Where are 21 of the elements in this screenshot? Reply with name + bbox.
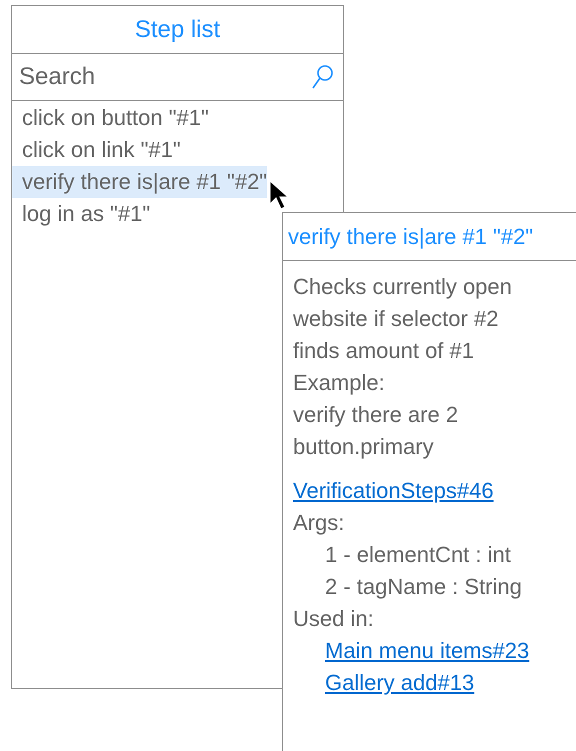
args-label: Args:	[293, 509, 344, 537]
source-link[interactable]: VerificationSteps#46	[293, 475, 494, 507]
description-line: verify there are 2	[293, 401, 458, 429]
step-item[interactable]: verify there is|are #1 "#2"	[12, 166, 268, 198]
search-icon	[311, 63, 335, 91]
used-in-label: Used in:	[293, 605, 374, 633]
tooltip-title: verify there is|are #1 "#2"	[283, 213, 576, 261]
description-line: finds amount of #1	[293, 337, 474, 365]
panel-title: Step list	[12, 6, 343, 54]
search-field[interactable]: Search	[19, 63, 311, 91]
step-item[interactable]: click on button "#1"	[12, 102, 209, 134]
description-line: button.primary	[293, 433, 434, 461]
description-line: website if selector #2	[293, 305, 498, 333]
argument-text: 2 - tagName : String	[325, 573, 522, 601]
description-line: Example:	[293, 369, 385, 397]
usage-link[interactable]: Main menu items#23	[325, 635, 530, 667]
description-line: Checks currently open	[293, 273, 512, 301]
step-item[interactable]: log in as "#1"	[12, 198, 150, 230]
usage-link[interactable]: Gallery add#13	[325, 667, 474, 699]
step-item[interactable]: click on link "#1"	[12, 134, 181, 166]
argument-text: 1 - elementCnt : int	[325, 541, 511, 569]
